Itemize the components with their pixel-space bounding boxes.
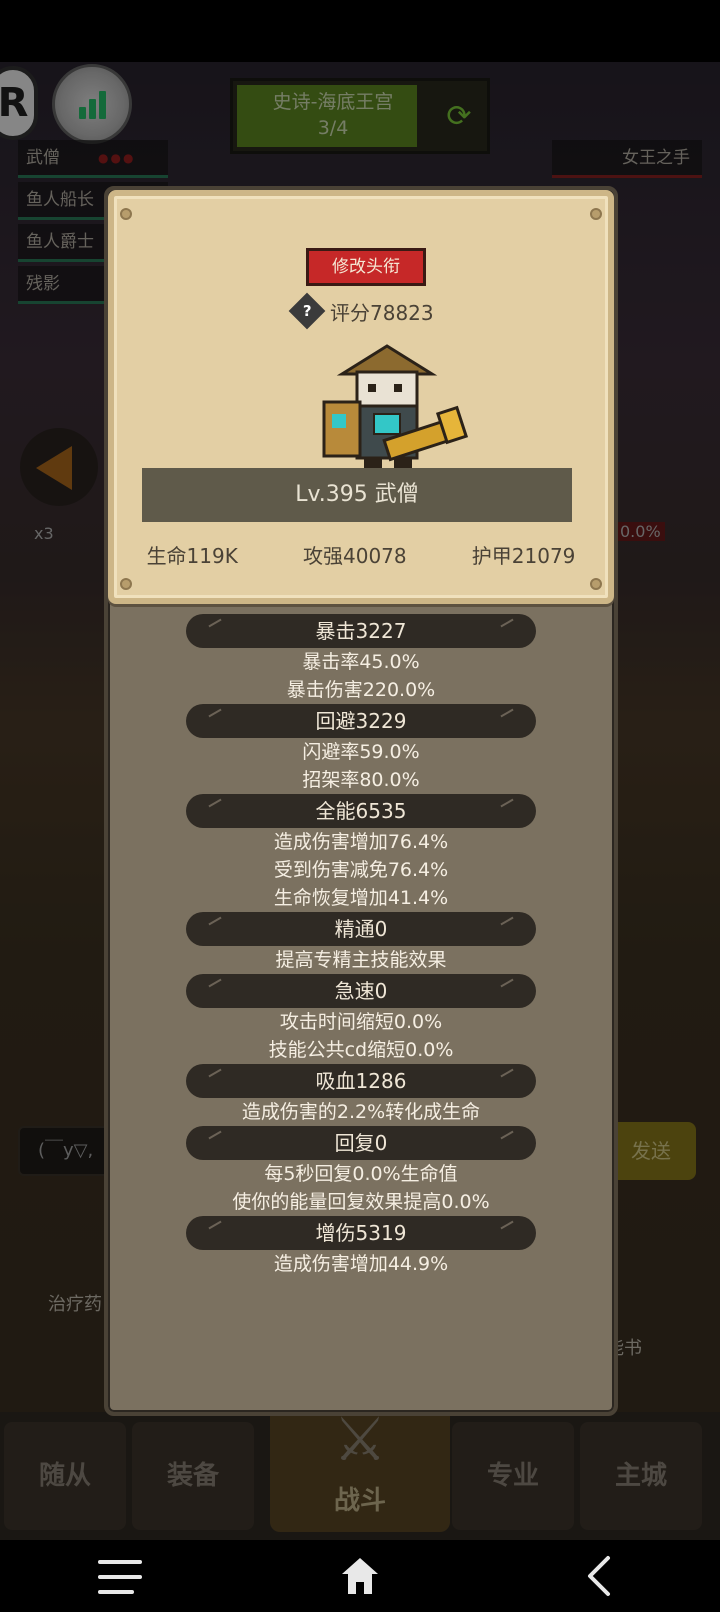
stat-detail: 生命恢复增加41.4% (273, 887, 449, 909)
hp-stat: 生命119K (146, 544, 238, 568)
help-icon[interactable]: ? (288, 292, 326, 330)
stat-header: 回复0 (186, 1126, 536, 1160)
rating-row: ? 评分78823 (288, 292, 434, 330)
hero-sprite (322, 344, 469, 480)
stat-detail: 造成伤害增加44.9% (273, 1253, 449, 1275)
nail-icon (120, 208, 132, 220)
stat-header: 吸血1286 (186, 1064, 536, 1098)
core-stats: 生命119K 攻强40078 护甲21079 (114, 540, 608, 569)
edit-title-button[interactable]: 修改头衔 (306, 248, 426, 286)
home-icon[interactable] (338, 1554, 382, 1598)
stat-header: 增伤5319 (186, 1216, 536, 1250)
nail-icon (590, 208, 602, 220)
stat-detail: 招架率80.0% (302, 769, 420, 791)
character-card: 修改头衔 ? 评分78823 Lv.395 武僧 生命119K 攻强40078 … (108, 190, 614, 604)
stat-header: 急速0 (186, 974, 536, 1008)
rating-value: 评分78823 (330, 300, 434, 325)
recent-apps-icon[interactable] (98, 1560, 142, 1594)
nail-icon (120, 578, 132, 590)
attack-power-stat: 攻强40078 (303, 544, 407, 568)
stat-detail: 暴击伤害220.0% (286, 679, 436, 701)
stat-detail: 造成伤害增加76.4% (273, 831, 449, 853)
hero-name-banner: Lv.395 武僧 (142, 468, 572, 522)
character-stats-modal: 修改头衔 ? 评分78823 Lv.395 武僧 生命119K 攻强40078 … (104, 186, 618, 1416)
back-icon[interactable] (584, 1554, 614, 1598)
nail-icon (590, 578, 602, 590)
armor-stat: 护甲21079 (471, 544, 576, 568)
stat-detail: 提高专精主技能效果 (275, 949, 447, 971)
stat-header: 全能6535 (186, 794, 536, 828)
stat-detail: 闪避率59.0% (302, 741, 420, 763)
stat-detail: 使你的能量回复效果提高0.0% (232, 1191, 490, 1213)
stat-detail: 暴击率45.0% (302, 651, 420, 673)
stat-header: 精通0 (186, 912, 536, 946)
stat-detail: 技能公共cd缩短0.0% (268, 1039, 454, 1061)
stat-detail: 造成伤害的2.2%转化成生命 (241, 1101, 481, 1123)
stat-header: 暴击3227 (186, 614, 536, 648)
stat-detail: 每5秒回复0.0%生命值 (264, 1163, 458, 1185)
stats-list: 暴击3227 暴击率45.0% 暴击伤害220.0% 回避3229 闪避率59.… (108, 614, 614, 1278)
stat-detail: 受到伤害减免76.4% (273, 859, 449, 881)
system-nav-bar (0, 1540, 720, 1612)
stat-detail: 攻击时间缩短0.0% (279, 1011, 443, 1033)
stat-header: 回避3229 (186, 704, 536, 738)
